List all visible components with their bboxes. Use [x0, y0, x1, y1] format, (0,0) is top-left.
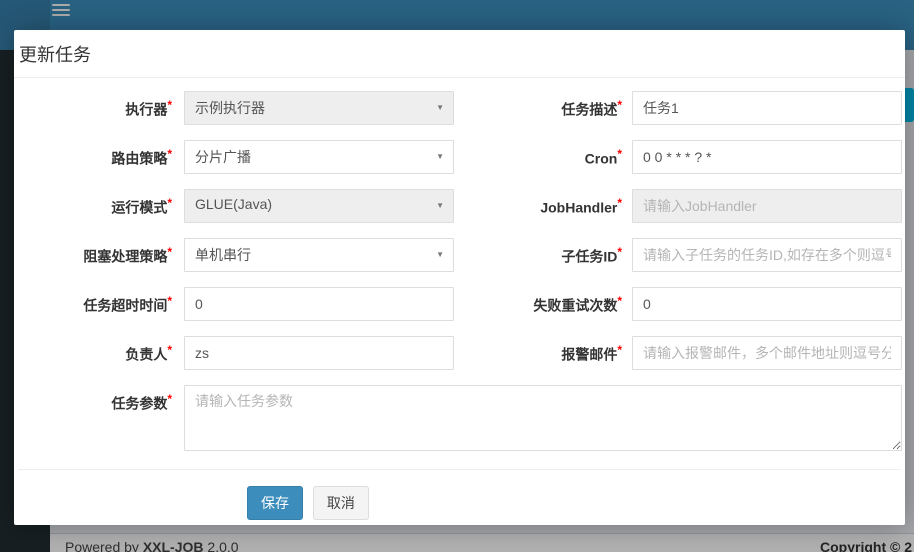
jobhandler-label: JobHandler*	[474, 189, 622, 223]
block-strategy-label: 阻塞处理策略*	[32, 238, 172, 272]
job-param-textarea[interactable]	[184, 385, 902, 451]
save-button[interactable]: 保存	[247, 486, 303, 520]
job-desc-label: 任务描述*	[474, 91, 622, 125]
glue-type-select[interactable]: GLUE(Java) ▼	[184, 189, 454, 223]
route-strategy-label: 路由策略*	[32, 140, 172, 174]
timeout-input[interactable]	[184, 287, 454, 321]
cron-label: Cron*	[474, 140, 622, 174]
form-row: 运行模式* GLUE(Java) ▼ JobHandler*	[14, 189, 905, 223]
cancel-button[interactable]: 取消	[313, 486, 369, 520]
alarm-email-input[interactable]	[632, 336, 902, 370]
chevron-down-icon: ▼	[436, 102, 444, 114]
job-param-label: 任务参数*	[32, 385, 172, 454]
route-strategy-select[interactable]: 分片广播 ▼	[184, 140, 454, 174]
chevron-down-icon: ▼	[436, 200, 444, 212]
owner-input[interactable]	[184, 336, 454, 370]
executor-select[interactable]: 示例执行器 ▼	[184, 91, 454, 125]
job-desc-input[interactable]	[632, 91, 902, 125]
child-jobid-label: 子任务ID*	[474, 238, 622, 272]
timeout-label: 任务超时时间*	[32, 287, 172, 321]
fail-retry-input[interactable]	[632, 287, 902, 321]
chevron-down-icon: ▼	[436, 151, 444, 163]
block-strategy-select[interactable]: 单机串行 ▼	[184, 238, 454, 272]
modal-title: 更新任务	[14, 30, 905, 78]
form-row: 负责人* 报警邮件*	[14, 336, 905, 370]
update-task-form: 执行器* 示例执行器 ▼ 任务描述* 路由策略* 分片广播 ▼ Cron*	[14, 78, 905, 520]
form-row: 任务参数*	[14, 385, 905, 454]
form-row: 阻塞处理策略* 单机串行 ▼ 子任务ID*	[14, 238, 905, 272]
form-divider	[18, 469, 901, 470]
owner-label: 负责人*	[32, 336, 172, 370]
update-task-modal: 更新任务 执行器* 示例执行器 ▼ 任务描述* 路由策略* 分片广播 ▼	[14, 30, 905, 525]
alarm-email-label: 报警邮件*	[474, 336, 622, 370]
executor-label: 执行器*	[32, 91, 172, 125]
form-row: 路由策略* 分片广播 ▼ Cron*	[14, 140, 905, 174]
child-jobid-input[interactable]	[632, 238, 902, 272]
jobhandler-input[interactable]	[632, 189, 902, 223]
glue-type-label: 运行模式*	[32, 189, 172, 223]
chevron-down-icon: ▼	[436, 249, 444, 261]
form-row: 任务超时时间* 失败重试次数*	[14, 287, 905, 321]
fail-retry-label: 失败重试次数*	[474, 287, 622, 321]
cron-input[interactable]	[632, 140, 902, 174]
form-row: 执行器* 示例执行器 ▼ 任务描述*	[14, 91, 905, 125]
modal-actions: 保存 取消	[14, 486, 905, 520]
